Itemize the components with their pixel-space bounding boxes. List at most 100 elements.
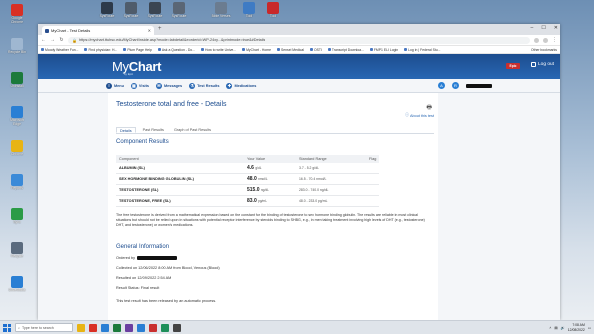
redacted-provider-name <box>137 256 177 260</box>
volume-icon[interactable]: 🔊 <box>561 326 565 330</box>
desktop-shortcut[interactable]: Chrome <box>6 140 28 157</box>
taskbar: ⌕ Type here to search ˄ ▤ 🔊 7:08 AM 12/0… <box>0 320 594 334</box>
desktop-shortcut[interactable]: Reports <box>6 174 28 191</box>
bookmark-item[interactable]: Ask a Question - Do... <box>157 48 195 52</box>
user-avatar-r[interactable]: R <box>452 82 459 89</box>
desktop-shortcut[interactable]: SysRoute <box>168 2 190 19</box>
desktop-shortcut[interactable]: Bible Verses <box>210 2 232 19</box>
about-this-test-link[interactable]: ⓘ About this test <box>405 113 434 118</box>
flag <box>366 184 380 196</box>
pinned-app-icon[interactable] <box>149 323 157 332</box>
bookmark-item[interactable]: FMP1 ELI Login <box>369 48 398 52</box>
reload-icon[interactable]: ↻ <box>59 37 64 43</box>
desktop-shortcut[interactable]: Downloads <box>6 276 28 293</box>
nav-medications[interactable]: ✚ Medications <box>226 82 257 89</box>
minimize-icon[interactable]: – <box>531 25 534 31</box>
notifications-icon[interactable]: ▭ <box>588 326 591 330</box>
desktop-shortcut[interactable]: Google Chrome <box>6 4 28 24</box>
address-input[interactable]: 🔒 https://mychart.ttuhsc.edu/MyChart/ins… <box>68 36 530 44</box>
detail-tabs: Details Past Results Graph of Past Results <box>116 127 434 134</box>
proxy-avatar-a[interactable]: A <box>438 82 445 89</box>
print-icon[interactable]: 🖶 <box>426 103 432 113</box>
desktop-shortcut-label: Tool <box>245 14 253 18</box>
bookmark-item[interactable]: Moody Weather Fun... <box>41 48 78 52</box>
pinned-app-icon[interactable] <box>137 323 145 332</box>
detail-tab[interactable]: Graph of Past Results <box>171 127 214 133</box>
desktop-shortcut[interactable]: SysRoute <box>144 2 166 19</box>
table-row: TESTOSTERONE (SL) 515.0 ng/dL 283.0 - 740.… <box>116 184 380 196</box>
up-arrow-icon[interactable]: ˄ <box>549 326 551 330</box>
bookmark-item[interactable]: Find physician: H... <box>84 48 117 52</box>
bookmark-favicon-icon <box>369 48 373 51</box>
pinned-app-icon[interactable] <box>161 323 169 332</box>
forward-icon[interactable]: → <box>50 37 55 43</box>
desktop-shortcut[interactable]: Uninstall <box>6 72 28 89</box>
logout-button[interactable]: Log out <box>530 62 554 67</box>
flag <box>366 163 380 174</box>
bookmark-item[interactable]: OSTI <box>309 48 322 52</box>
lock-icon: 🔒 <box>72 37 77 43</box>
nav-messages[interactable]: ✉ Messages <box>155 82 182 89</box>
ordered-by-line: Ordered by <box>116 256 177 260</box>
component-value: 83.0 pg/mL <box>244 195 296 207</box>
new-tab-icon[interactable]: + <box>158 26 162 32</box>
detail-tab[interactable]: Details <box>116 127 136 133</box>
component-value: 515.0 ng/dL <box>244 184 296 196</box>
standard-range: 48.0 - 233.0 pg/mL <box>296 195 366 207</box>
component-value: 4.6 g/dL <box>244 163 296 174</box>
browser-menu-icon[interactable]: ⋮ <box>552 37 557 43</box>
bookmark-item[interactable]: How to write Unive... <box>201 48 236 52</box>
desktop-shortcut[interactable]: Recycle <box>6 242 28 259</box>
bookmark-item[interactable]: Sensei Medical <box>276 48 304 52</box>
close-window-icon[interactable]: ✕ <box>554 25 558 31</box>
browser-tab[interactable]: MyChart - Test Details ✕ <box>42 26 154 35</box>
bookmarks-bar: Moody Weather Fun... Find physician: H...… <box>38 46 560 54</box>
windows-start-icon[interactable] <box>3 323 11 332</box>
maximize-icon[interactable]: ☐ <box>541 25 545 31</box>
network-icon[interactable]: ▤ <box>554 326 557 330</box>
pinned-app-icon[interactable] <box>173 323 181 332</box>
pinned-app-icon[interactable] <box>101 323 109 332</box>
pinned-app-icon[interactable] <box>77 323 85 332</box>
bookmark-item[interactable]: Log in | Federal Stu... <box>404 48 441 52</box>
taskbar-search-input[interactable]: ⌕ Type here to search <box>15 323 73 332</box>
close-tab-icon[interactable]: ✕ <box>148 28 151 33</box>
value-unit: ng/dL <box>260 188 269 192</box>
detail-tab[interactable]: Past Results <box>140 127 167 133</box>
other-bookmarks[interactable]: Other bookmarks <box>531 48 557 52</box>
desktop-shortcut[interactable]: SysRoute <box>120 2 142 19</box>
calendar-icon: ▦ <box>130 82 137 89</box>
desktop-shortcut[interactable]: Sync <box>6 208 28 225</box>
nav-menu[interactable]: ≡ Menu <box>106 82 124 89</box>
bookmark-item[interactable]: Plum Page Help <box>123 48 152 52</box>
desktop-shortcut[interactable]: Recycle Bin <box>6 38 28 55</box>
nav-test-results[interactable]: ⚗ Test Results <box>189 82 219 89</box>
pinned-app-icon[interactable] <box>125 323 133 332</box>
desktop-shortcut[interactable]: SysRoute <box>96 2 118 19</box>
extension-icon[interactable] <box>534 37 539 43</box>
envelope-icon: ✉ <box>155 82 162 89</box>
bookmark-favicon-icon <box>276 48 280 51</box>
search-placeholder: Type here to search <box>22 325 54 330</box>
standard-range: 16.5 - 70.4 nmol/L <box>296 173 366 185</box>
bookmark-label: Plum Page Help <box>127 47 152 52</box>
nav-medications-label: Medications <box>234 83 257 88</box>
clock[interactable]: 7:08 AM 12/08/2022 <box>568 323 585 331</box>
pinned-app-icon[interactable] <box>113 323 121 332</box>
bookmark-favicon-icon <box>41 48 44 51</box>
profile-icon[interactable] <box>543 37 548 43</box>
bookmark-item[interactable]: Transcript Downloa... <box>327 48 364 52</box>
mychart-logo[interactable]: MyChart <box>112 59 161 74</box>
nav-visits[interactable]: ▦ Visits <box>130 82 149 89</box>
back-icon[interactable]: ← <box>41 37 46 43</box>
bookmark-item[interactable]: MyChart - Home <box>242 48 271 52</box>
pinned-app-icon[interactable] <box>89 323 97 332</box>
component-name: TESTOSTERONE, FREE (SL) <box>116 195 244 207</box>
value-number: 515.0 <box>247 187 260 193</box>
desktop-shortcut[interactable]: Tool <box>238 2 260 19</box>
clock-date: 12/08/2022 <box>567 327 585 332</box>
org-badge: Epic <box>506 63 520 69</box>
desktop-shortcut[interactable]: Microsoft Edge <box>6 106 28 126</box>
desktop-shortcut[interactable]: Tool <box>262 2 284 19</box>
mychart-favicon-icon <box>45 28 49 33</box>
